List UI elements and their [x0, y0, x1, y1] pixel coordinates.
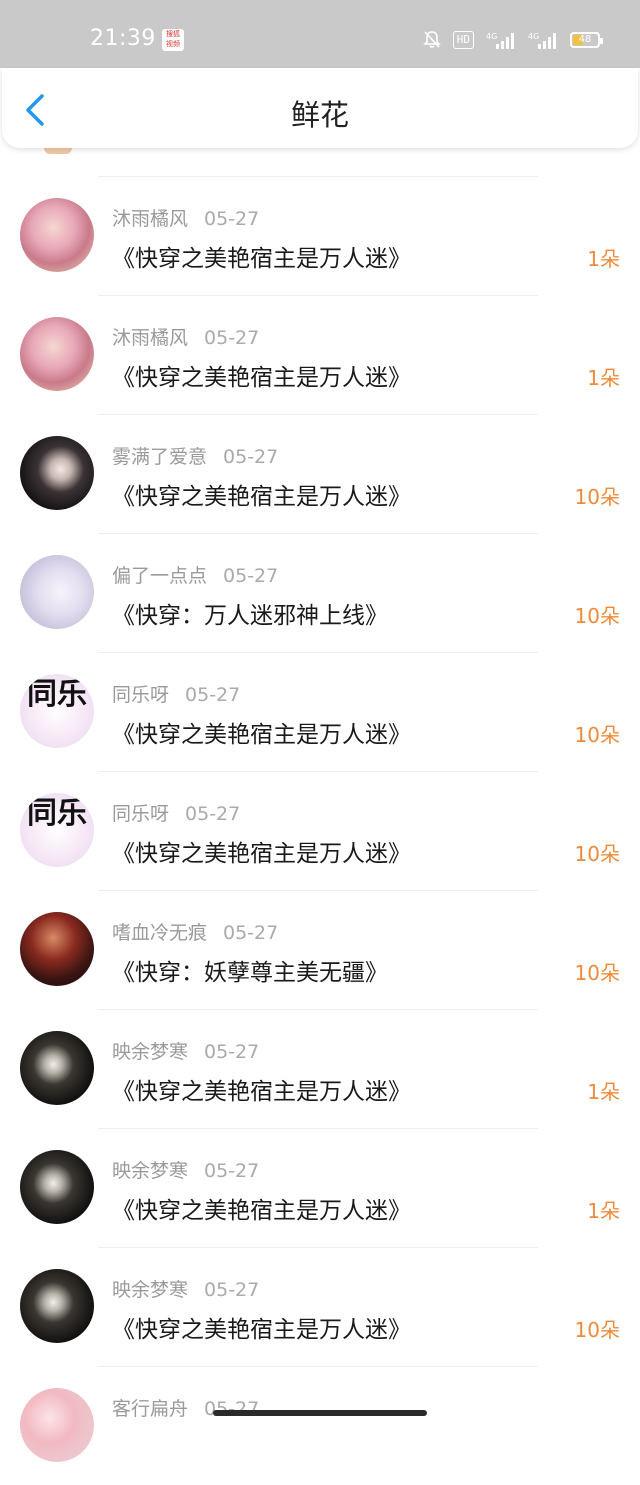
list-item[interactable]: 沐雨橘风 05-27 《快穿之美艳宿主是万人迷》 1朵 — [0, 177, 640, 295]
date: 05-27 — [204, 1279, 260, 1301]
book-title: 《快穿之美艳宿主是万人迷》 — [112, 246, 411, 272]
item-meta: 客行扁舟 05-27 — [112, 1394, 259, 1421]
username: 同乐呀 — [112, 684, 170, 706]
item-meta: 映余梦寒 05-27 — [112, 1156, 259, 1183]
flower-count: 10朵 — [574, 604, 620, 628]
item-meta: 映余梦寒 05-27 — [112, 1275, 259, 1302]
flower-count: 10朵 — [574, 1318, 620, 1342]
item-meta: 嗜血冷无痕 05-27 — [112, 918, 278, 945]
list-item[interactable]: 客行扁舟 05-27 — [0, 1367, 640, 1485]
date: 05-27 — [204, 1398, 260, 1420]
flower-count: 10朵 — [574, 723, 620, 747]
username: 映余梦寒 — [112, 1160, 189, 1182]
avatar-glyph: 同乐 — [27, 796, 87, 831]
date: 05-27 — [204, 1041, 260, 1063]
page-title: 鲜花 — [290, 98, 349, 132]
flower-count: 10朵 — [574, 485, 620, 509]
username: 嗜血冷无痕 — [112, 922, 208, 944]
book-title: 《快穿之美艳宿主是万人迷》 — [112, 1317, 411, 1343]
item-meta: 沐雨橘风 05-27 — [112, 323, 259, 350]
item-meta: 偏了一点点 05-27 — [112, 561, 278, 588]
date: 05-27 — [223, 565, 279, 587]
signal-4g-icon: 4G — [486, 30, 516, 50]
username: 映余梦寒 — [112, 1041, 189, 1063]
bell-off-icon — [422, 30, 441, 50]
flower-count: 1朵 — [587, 1080, 620, 1104]
battery-icon: 48 — [570, 32, 603, 48]
username: 沐雨橘风 — [112, 208, 189, 230]
item-meta: 同乐呀 05-27 — [112, 680, 240, 707]
date: 05-27 — [185, 684, 241, 706]
avatar[interactable] — [20, 1031, 94, 1105]
date: 05-27 — [223, 922, 279, 944]
list-item[interactable]: 沐雨橘风 05-27 《快穿之美艳宿主是万人迷》 1朵 — [0, 296, 640, 414]
avatar[interactable]: 同乐 — [20, 793, 94, 867]
status-icons: HD 4G 4G 48 — [422, 30, 603, 50]
home-indicator[interactable] — [213, 1410, 427, 1416]
flower-count: 1朵 — [587, 247, 620, 271]
avatar[interactable] — [20, 912, 94, 986]
flower-count: 1朵 — [587, 1199, 620, 1223]
flower-count: 1朵 — [587, 366, 620, 390]
page-header: 鲜花 — [2, 68, 638, 148]
avatar[interactable] — [20, 317, 94, 391]
book-title: 《快穿之美艳宿主是万人迷》 — [112, 1079, 411, 1105]
book-title: 《快穿：妖孽尊主美无疆》 — [112, 960, 388, 986]
item-meta: 雾满了爱意 05-27 — [112, 442, 278, 469]
avatar[interactable] — [20, 198, 94, 272]
date: 05-27 — [204, 1160, 260, 1182]
avatar — [44, 148, 72, 154]
list-item[interactable]: 映余梦寒 05-27 《快穿之美艳宿主是万人迷》 10朵 — [0, 1248, 640, 1366]
date: 05-27 — [185, 803, 241, 825]
avatar[interactable] — [20, 1388, 94, 1462]
book-title: 《快穿：万人迷邪神上线》 — [112, 603, 388, 629]
book-title: 《快穿之美艳宿主是万人迷》 — [112, 365, 411, 391]
battery-level: 48 — [578, 34, 592, 45]
status-time: 21:39 — [90, 26, 156, 51]
avatar[interactable] — [20, 1150, 94, 1224]
net-label-1: 4G — [486, 32, 497, 41]
app-icon-line-1: 搜狐 — [166, 30, 180, 38]
list-item[interactable]: 偏了一点点 05-27 《快穿：万人迷邪神上线》 10朵 — [0, 534, 640, 652]
flower-count: 10朵 — [574, 961, 620, 985]
avatar[interactable] — [20, 436, 94, 510]
username: 同乐呀 — [112, 803, 170, 825]
flower-count: 10朵 — [574, 842, 620, 866]
list-item[interactable]: 映余梦寒 05-27 《快穿之美艳宿主是万人迷》 1朵 — [0, 1129, 640, 1247]
date: 05-27 — [204, 327, 260, 349]
item-meta: 沐雨橘风 05-27 — [112, 204, 259, 231]
date: 05-27 — [204, 208, 260, 230]
username: 雾满了爱意 — [112, 446, 208, 468]
status-bar: 21:39 搜狐 视频 HD 4G 4G 48 — [0, 0, 640, 68]
flower-gift-list: 沐雨橘风 05-27 《快穿之美艳宿主是万人迷》 1朵 沐雨橘风 05-27 《快穿… — [0, 148, 640, 1485]
date: 05-27 — [223, 446, 279, 468]
username: 沐雨橘风 — [112, 327, 189, 349]
username: 客行扁舟 — [112, 1398, 189, 1420]
item-meta: 映余梦寒 05-27 — [112, 1037, 259, 1064]
app-icon-line-2: 视频 — [166, 40, 180, 48]
book-title: 《快穿之美艳宿主是万人迷》 — [112, 484, 411, 510]
book-title: 《快穿之美艳宿主是万人迷》 — [112, 722, 411, 748]
book-title: 《快穿之美艳宿主是万人迷》 — [112, 841, 411, 867]
avatar-glyph: 同乐 — [27, 677, 87, 712]
avatar[interactable] — [20, 555, 94, 629]
list-item[interactable]: 雾满了爱意 05-27 《快穿之美艳宿主是万人迷》 10朵 — [0, 415, 640, 533]
video-app-notification-icon: 搜狐 视频 — [162, 29, 184, 51]
signal-4g-icon-2: 4G — [528, 30, 558, 50]
avatar[interactable] — [20, 1269, 94, 1343]
hd-voice-icon: HD — [452, 31, 474, 49]
list-item[interactable]: 映余梦寒 05-27 《快穿之美艳宿主是万人迷》 1朵 — [0, 1010, 640, 1128]
avatar[interactable]: 同乐 — [20, 674, 94, 748]
list-item[interactable]: 同乐 同乐呀 05-27 《快穿之美艳宿主是万人迷》 10朵 — [0, 772, 640, 890]
book-title: 《快穿之美艳宿主是万人迷》 — [112, 1198, 411, 1224]
net-label-2: 4G — [528, 32, 539, 41]
item-meta: 同乐呀 05-27 — [112, 799, 240, 826]
list-item[interactable]: 嗜血冷无痕 05-27 《快穿：妖孽尊主美无疆》 10朵 — [0, 891, 640, 1009]
list-item-partial[interactable] — [0, 148, 640, 176]
list-item[interactable]: 同乐 同乐呀 05-27 《快穿之美艳宿主是万人迷》 10朵 — [0, 653, 640, 771]
username: 偏了一点点 — [112, 565, 208, 587]
username: 映余梦寒 — [112, 1279, 189, 1301]
